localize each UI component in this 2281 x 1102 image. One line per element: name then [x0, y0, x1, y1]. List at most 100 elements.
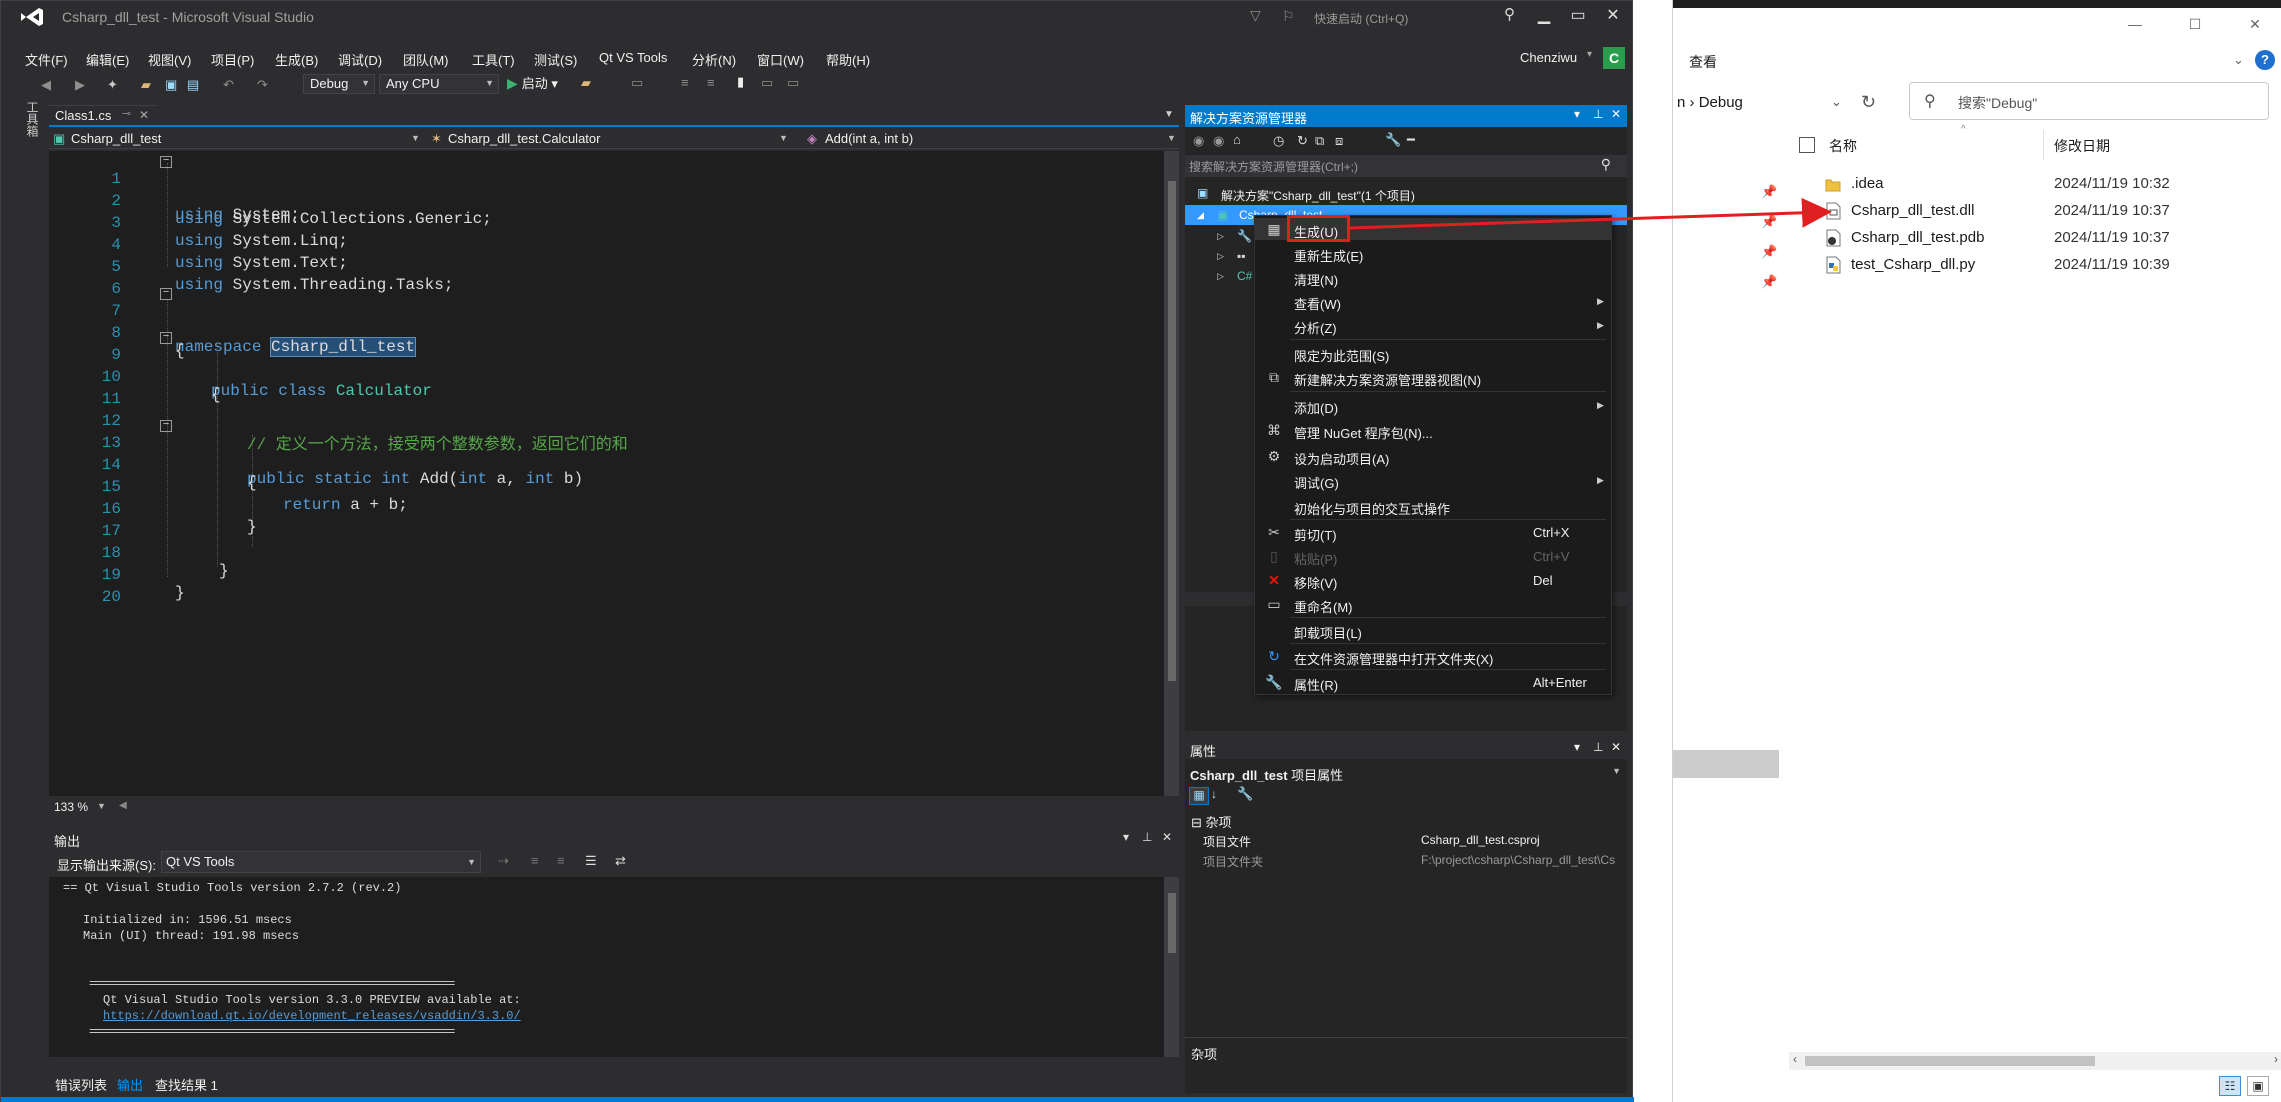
menu-item-open-in-explorer[interactable]: ↻ 在文件资源管理器中打开文件夹(X)	[1255, 645, 1611, 667]
back-icon[interactable]: ◀	[41, 77, 51, 93]
find-message-icon[interactable]: ⇢	[498, 853, 509, 869]
scrollbar-thumb[interactable]	[1805, 1056, 2095, 1066]
menu-item-analyze[interactable]: 分析(Z) ▶	[1255, 314, 1611, 336]
fold-toggle-icon[interactable]: −	[160, 288, 172, 300]
home-icon[interactable]: ⌂	[1233, 132, 1241, 147]
pin-icon[interactable]: ⊸	[122, 107, 131, 120]
notification-filter-icon[interactable]: ▽	[1250, 7, 1261, 24]
start-debugging-button[interactable]: ▶ 启动 ▾	[507, 73, 558, 92]
horizontal-scrollbar[interactable]: ‹ ›	[1789, 1052, 2281, 1070]
panel-options-icon[interactable]: ▾	[1123, 830, 1129, 844]
refresh-icon[interactable]: ↻	[1861, 92, 1876, 113]
maximize-button[interactable]: ☐	[2183, 16, 2207, 33]
menu-view[interactable]: 视图(V)	[148, 50, 191, 69]
menu-analyze[interactable]: 分析(N)	[692, 50, 736, 69]
menu-item-scope-to-this[interactable]: 限定为此范围(S)	[1255, 342, 1611, 364]
menu-file[interactable]: 文件(F)	[25, 50, 68, 69]
file-row[interactable]: Csharp_dll_test.pdb 2024/11/19 10:37	[1825, 225, 2281, 251]
chevron-down-icon[interactable]: ▼	[1167, 133, 1176, 143]
pin-icon[interactable]: 📌	[1761, 244, 1777, 260]
search-input[interactable]: ⚲ 搜索"Debug"	[1909, 82, 2269, 120]
editor-vertical-scrollbar[interactable]	[1164, 151, 1179, 796]
menu-item-clean[interactable]: 清理(N)	[1255, 266, 1611, 288]
menu-item-rebuild[interactable]: 重新生成(E)	[1255, 242, 1611, 264]
expand-icon[interactable]: ▷	[1217, 251, 1224, 262]
scroll-right-icon[interactable]: ›	[2274, 1052, 2278, 1066]
chevron-down-icon[interactable]: ▾	[1587, 49, 1592, 60]
menu-item-properties[interactable]: 🔧 属性(R) Alt+Enter	[1255, 671, 1611, 693]
user-name[interactable]: Chenziwu	[1520, 50, 1577, 65]
tab-overflow-icon[interactable]: ▼	[1164, 109, 1174, 120]
chevron-down-icon[interactable]: ▼	[779, 133, 788, 143]
quick-launch-input[interactable]: 快速启动 (Ctrl+Q)	[1310, 7, 1532, 27]
minimize-button[interactable]: —	[2123, 16, 2147, 32]
chevron-down-icon[interactable]: ▼	[411, 133, 420, 143]
alphabetical-icon[interactable]: ↓	[1211, 787, 1217, 801]
bookmark-icon[interactable]: ▮	[737, 74, 744, 90]
menu-project[interactable]: 项目(P)	[211, 50, 254, 69]
menu-item-new-explorer-view[interactable]: ⧉ 新建解决方案资源管理器视图(N)	[1255, 366, 1611, 388]
pin-icon[interactable]: 📌	[1761, 214, 1777, 230]
word-wrap-icon[interactable]: ⇄	[615, 853, 626, 869]
search-icon[interactable]: ⚲	[1601, 156, 1611, 173]
column-date-header[interactable]: 修改日期	[2054, 136, 2110, 156]
wrench-icon[interactable]: 🔧	[1385, 132, 1401, 148]
menu-item-unload[interactable]: 卸载项目(L)	[1255, 619, 1611, 641]
menu-item-add[interactable]: 添加(D) ▶	[1255, 394, 1611, 416]
pin-icon[interactable]: ⊥	[1593, 740, 1603, 754]
menu-debug[interactable]: 调试(D)	[338, 50, 382, 69]
zoom-level[interactable]: 133 %	[54, 800, 88, 814]
toolbar-icon[interactable]: ≡	[707, 75, 715, 90]
column-name-header[interactable]: 名称	[1829, 136, 1857, 156]
close-icon[interactable]: ✕	[1162, 830, 1172, 844]
nav-project[interactable]: Csharp_dll_test	[71, 131, 161, 146]
expand-icon[interactable]: ▷	[1217, 271, 1224, 282]
large-icons-view-icon[interactable]: ▣	[2247, 1076, 2269, 1096]
maximize-button[interactable]: ▭	[1566, 5, 1590, 25]
save-all-icon[interactable]: ▤	[187, 77, 199, 93]
file-row[interactable]: test_Csharp_dll.py 2024/11/19 10:39	[1825, 252, 2281, 278]
clear-all-icon[interactable]: ☰	[585, 853, 597, 869]
toolbar-icon[interactable]: ▭	[761, 75, 773, 91]
close-button[interactable]: ✕	[2243, 16, 2267, 33]
select-all-checkbox[interactable]	[1799, 137, 1815, 153]
solution-node[interactable]: 解决方案"Csharp_dll_test"(1 个项目)	[1221, 187, 1415, 204]
close-icon[interactable]: ✕	[1611, 107, 1621, 121]
forward-icon[interactable]: ◉	[1213, 133, 1224, 149]
search-icon[interactable]: ⚲	[1504, 5, 1515, 23]
menu-item-set-startup[interactable]: ⚙ 设为启动项目(A)	[1255, 445, 1611, 467]
pin-icon[interactable]: ⊥	[1142, 830, 1152, 844]
output-text[interactable]: == Qt Visual Studio Tools version 2.7.2 …	[49, 877, 1164, 1057]
menu-item-debug[interactable]: 调试(G) ▶	[1255, 469, 1611, 491]
menu-build[interactable]: 生成(B)	[275, 50, 318, 69]
menu-tools[interactable]: 工具(T)	[472, 50, 515, 69]
menu-team[interactable]: 团队(M)	[403, 50, 449, 69]
expand-icon[interactable]: ◢	[1197, 210, 1204, 221]
nav-member[interactable]: Add(int a, int b)	[825, 131, 913, 146]
open-folder-icon[interactable]: ▰	[141, 77, 151, 93]
property-pages-icon[interactable]: 🔧	[1237, 786, 1253, 802]
expand-icon[interactable]: ▷	[1217, 231, 1224, 242]
menu-item-interactive-init[interactable]: 初始化与项目的交互式操作	[1255, 495, 1611, 517]
toolbox-strip[interactable]: 工具箱	[21, 101, 41, 143]
undo-icon[interactable]: ↶	[223, 77, 234, 93]
chevron-down-icon[interactable]: ⌄	[1831, 94, 1842, 110]
menu-qt-vs-tools[interactable]: Qt VS Tools	[599, 50, 667, 65]
back-icon[interactable]: ◉	[1193, 133, 1204, 149]
tab-output[interactable]: 输出	[117, 1075, 143, 1094]
show-all-files-icon[interactable]: ⧈	[1335, 133, 1343, 149]
panel-options-icon[interactable]: ▾	[1574, 740, 1580, 754]
toolbar-icon[interactable]: ▭	[631, 75, 643, 91]
preview-icon[interactable]: ━	[1407, 132, 1415, 148]
menu-item-view[interactable]: 查看(W) ▶	[1255, 290, 1611, 312]
property-category[interactable]: ⊟ 杂项	[1191, 812, 1232, 831]
collapse-icon[interactable]: ⊟	[1191, 815, 1202, 830]
configuration-select[interactable]: Debug ▼	[303, 74, 375, 94]
solution-explorer-search-input[interactable]: 搜索解决方案资源管理器(Ctrl+;) ⚲	[1185, 155, 1627, 177]
scrollbar-thumb[interactable]	[1168, 181, 1176, 681]
file-row[interactable]: .idea 2024/11/19 10:32	[1825, 171, 2281, 197]
save-icon[interactable]: ▣	[165, 77, 177, 93]
pin-icon[interactable]: ⊥	[1593, 107, 1603, 121]
toolbar-icon[interactable]: ≡	[681, 75, 689, 90]
categorized-icon[interactable]: ▦	[1189, 787, 1209, 805]
